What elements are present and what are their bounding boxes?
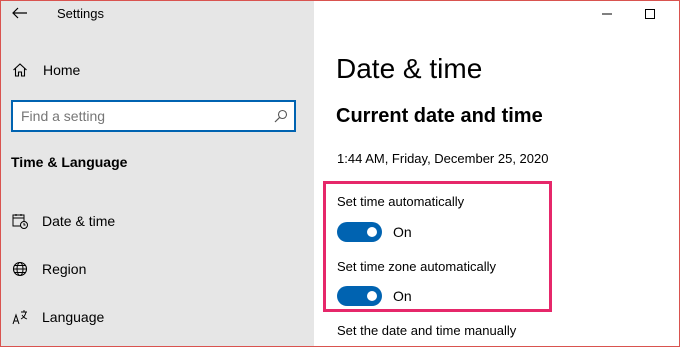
current-datetime: 1:44 AM, Friday, December 25, 2020 xyxy=(337,151,549,166)
set-date-time-manually-label: Set the date and time manually xyxy=(337,323,517,338)
page-title: Date & time xyxy=(336,53,483,84)
maximize-button[interactable] xyxy=(632,1,668,27)
window-title: Settings xyxy=(57,6,104,21)
sidebar-item-region[interactable]: Region xyxy=(1,252,314,286)
toggle-knob xyxy=(367,227,377,237)
minimize-button[interactable] xyxy=(589,1,625,27)
set-time-automatically-label: Set time automatically xyxy=(337,194,465,209)
section-title: Current date and time xyxy=(336,105,543,127)
search-icon[interactable] xyxy=(274,109,288,123)
set-time-zone-automatically-toggle[interactable] xyxy=(337,286,382,306)
sidebar-item-label: Home xyxy=(43,62,81,78)
settings-window: Settings Home Time & Language Date & tim… xyxy=(0,0,680,347)
globe-icon xyxy=(12,261,28,277)
search-box[interactable] xyxy=(11,100,296,132)
set-time-automatically-state: On xyxy=(393,224,412,240)
set-time-automatically-toggle[interactable] xyxy=(337,222,382,242)
sidebar-item-label: Region xyxy=(42,261,87,277)
main-content: Date & time Current date and time 1:44 A… xyxy=(314,1,679,346)
sidebar-item-language[interactable]: Language xyxy=(1,300,314,334)
set-time-zone-automatically-label: Set time zone automatically xyxy=(337,259,496,274)
sidebar-item-label: Language xyxy=(42,309,105,325)
minimize-icon xyxy=(602,13,612,15)
home-icon xyxy=(13,63,27,77)
back-button[interactable] xyxy=(9,3,31,23)
sidebar-item-home[interactable]: Home xyxy=(1,53,314,87)
sidebar-item-label: Date & time xyxy=(42,213,116,229)
sidebar: Settings Home Time & Language Date & tim… xyxy=(1,1,314,346)
calendar-clock-icon xyxy=(12,214,28,229)
toggle-knob xyxy=(367,291,377,301)
search-input[interactable] xyxy=(21,106,261,126)
section-heading: Time & Language xyxy=(11,154,128,170)
set-time-zone-automatically-state: On xyxy=(393,288,412,304)
maximize-icon xyxy=(645,9,655,19)
language-icon xyxy=(12,310,28,325)
sidebar-item-date-time[interactable]: Date & time xyxy=(1,204,314,238)
arrow-left-icon xyxy=(12,7,27,19)
